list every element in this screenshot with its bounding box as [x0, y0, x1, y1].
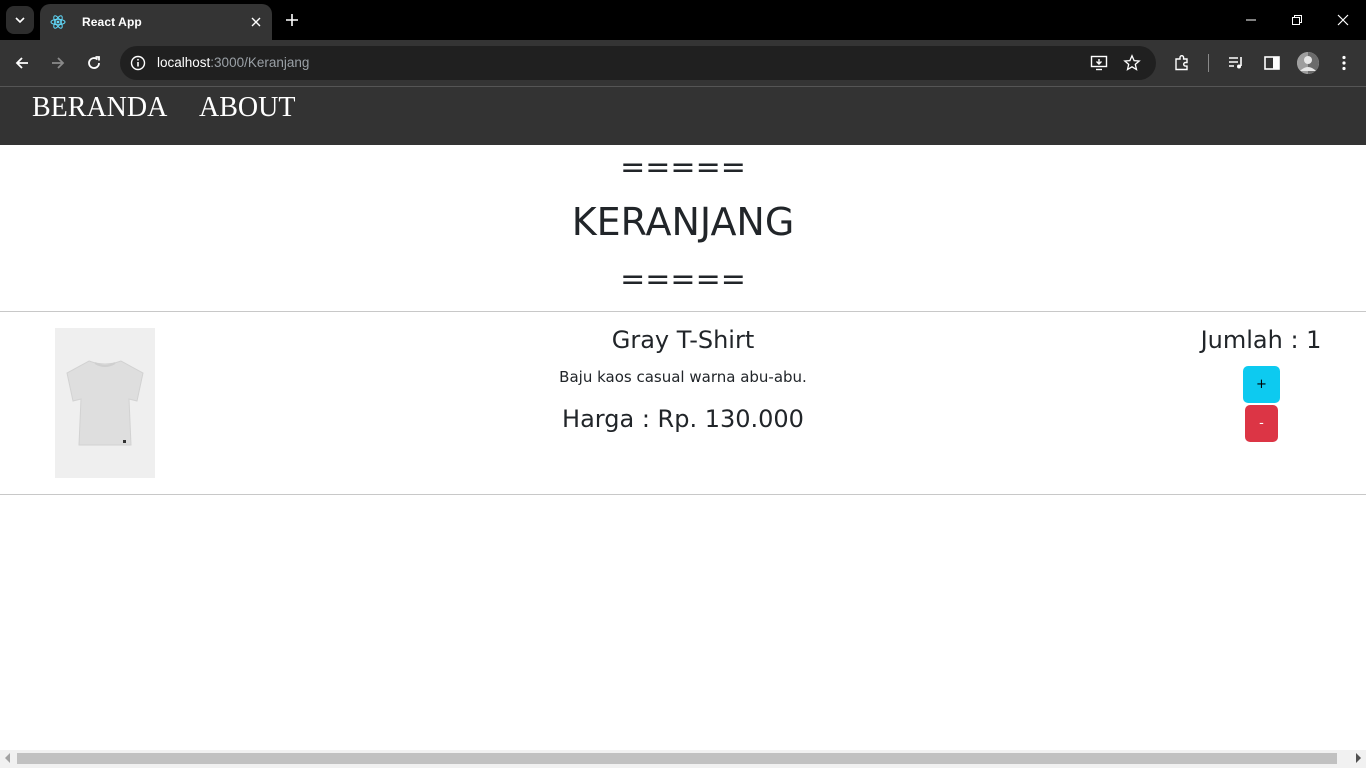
- url-host: localhost: [157, 55, 211, 70]
- scroll-left-arrow-icon[interactable]: [5, 753, 10, 763]
- browser-tab[interactable]: React App: [40, 4, 272, 40]
- forward-button[interactable]: [46, 51, 70, 75]
- heading-divider-top: =====: [620, 150, 746, 185]
- nav-link-about[interactable]: ABOUT: [199, 92, 295, 124]
- toolbar-separator: [1208, 54, 1209, 72]
- close-icon: [1337, 14, 1349, 26]
- side-panel-icon[interactable]: [1260, 51, 1284, 75]
- url-path: :3000/Keranjang: [210, 55, 310, 70]
- product-name: Gray T-Shirt: [611, 326, 755, 354]
- browser-toolbar: localhost:3000/Keranjang: [0, 40, 1366, 86]
- page-content: BERANDA ABOUT ===== KERANJANG ===== Gray…: [0, 86, 1366, 750]
- minimize-button[interactable]: [1241, 10, 1261, 30]
- site-navbar: BERANDA ABOUT: [0, 86, 1366, 145]
- scroll-right-arrow-icon[interactable]: [1356, 753, 1361, 763]
- tab-search-button[interactable]: [6, 6, 34, 34]
- decrease-quantity-button[interactable]: -: [1245, 405, 1278, 442]
- puzzle-icon[interactable]: [1170, 51, 1194, 75]
- kebab-menu-icon[interactable]: [1332, 51, 1356, 75]
- url-text: localhost:3000/Keranjang: [157, 55, 309, 70]
- star-icon[interactable]: [1122, 53, 1142, 73]
- scrollbar-thumb[interactable]: [17, 753, 1337, 764]
- new-tab-button[interactable]: [282, 10, 302, 30]
- address-bar[interactable]: localhost:3000/Keranjang: [120, 46, 1156, 80]
- arrow-right-icon: [52, 57, 65, 69]
- restore-button[interactable]: [1287, 10, 1307, 30]
- page-title: KERANJANG: [571, 200, 795, 244]
- nav-link-beranda[interactable]: BERANDA: [32, 92, 167, 124]
- back-button[interactable]: [10, 51, 34, 75]
- info-icon[interactable]: [128, 53, 148, 73]
- install-app-icon[interactable]: [1089, 53, 1109, 73]
- divider: [0, 494, 1366, 495]
- increase-quantity-button[interactable]: +: [1243, 366, 1280, 403]
- heading-divider-bottom: =====: [620, 262, 746, 297]
- product-quantity: Jumlah : 1: [1200, 326, 1322, 354]
- chevron-down-icon: [15, 17, 25, 24]
- react-icon: [50, 14, 66, 30]
- product-description: Baju kaos casual warna abu-abu.: [559, 368, 807, 386]
- profile-avatar[interactable]: [1297, 52, 1319, 74]
- media-controls-icon[interactable]: [1224, 51, 1248, 75]
- tab-title: React App: [82, 15, 142, 29]
- close-window-button[interactable]: [1333, 10, 1353, 30]
- arrow-left-icon: [15, 57, 28, 69]
- browser-tab-bar: React App: [0, 0, 1366, 40]
- plus-icon: [286, 14, 298, 26]
- divider: [0, 311, 1366, 312]
- minimize-icon: [1246, 19, 1256, 21]
- close-icon[interactable]: [248, 14, 264, 30]
- reload-button[interactable]: [82, 51, 106, 75]
- restore-icon: [1292, 15, 1302, 25]
- horizontal-scrollbar[interactable]: [0, 750, 1366, 768]
- product-price: Harga : Rp. 130.000: [562, 405, 804, 433]
- reload-icon: [88, 56, 100, 69]
